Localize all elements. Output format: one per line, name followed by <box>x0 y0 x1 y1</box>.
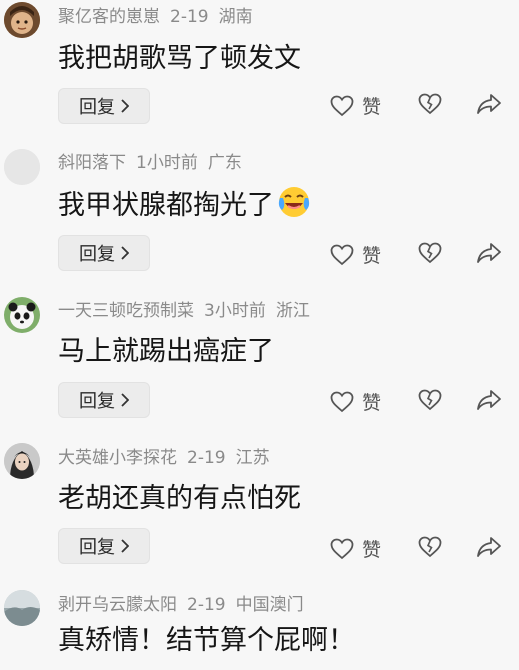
avatar[interactable] <box>4 2 40 38</box>
comment-text-row: 我甲状腺都掏光了 <box>58 184 312 224</box>
username[interactable]: 一天三顿吃预制菜 <box>58 301 194 321</box>
comment-text: 我把胡歌骂了顿发文 <box>58 43 301 74</box>
dislike-button[interactable] <box>418 242 442 264</box>
share-icon <box>477 390 501 410</box>
reply-label: 回复 <box>79 244 115 265</box>
like-button[interactable]: 赞 <box>330 388 381 415</box>
username[interactable]: 剥开乌云朦太阳 <box>58 595 177 615</box>
dislike-button[interactable] <box>418 389 442 411</box>
like-button[interactable]: 赞 <box>330 241 381 268</box>
like-button[interactable]: 赞 <box>330 535 381 562</box>
comment-date: 1小时前 <box>136 153 198 173</box>
chevron-right-icon <box>121 246 129 260</box>
share-icon <box>477 537 501 557</box>
reply-label: 回复 <box>79 537 115 558</box>
chevron-right-icon <box>121 393 129 407</box>
share-button[interactable] <box>476 242 502 264</box>
dislike-button[interactable] <box>418 536 442 558</box>
share-icon <box>477 94 501 114</box>
broken-heart-icon <box>418 242 442 264</box>
comment-date: 2-19 <box>187 595 226 615</box>
reply-button[interactable]: 回复 <box>58 235 150 271</box>
comment-date: 2-19 <box>187 448 226 468</box>
person-avatar-icon <box>4 443 40 479</box>
avatar[interactable] <box>4 590 40 626</box>
avatar[interactable] <box>4 297 40 333</box>
chevron-right-icon <box>121 99 129 113</box>
blank-avatar-icon <box>4 149 40 185</box>
dislike-button[interactable] <box>418 93 442 115</box>
comment-location: 中国澳门 <box>235 595 304 615</box>
laughing-crying-emoji-icon <box>278 187 310 217</box>
comment-text: 老胡还真的有点怕死 <box>58 483 301 514</box>
like-label: 赞 <box>362 245 382 267</box>
landscape-avatar-icon <box>4 590 40 626</box>
reply-button[interactable]: 回复 <box>58 88 150 124</box>
comment-meta: 剥开乌云朦太阳 2-19 中国澳门 <box>58 593 304 617</box>
comment-meta: 一天三顿吃预制菜 3小时前 浙江 <box>58 299 310 323</box>
username[interactable]: 大英雄小李探花 <box>58 448 177 468</box>
like-button[interactable]: 赞 <box>330 92 381 119</box>
comment-text: 马上就踢出癌症了 <box>58 336 274 367</box>
username[interactable]: 斜阳落下 <box>58 153 126 173</box>
heart-icon <box>330 391 354 412</box>
comment-meta: 大英雄小李探花 2-19 江苏 <box>58 446 270 470</box>
share-button[interactable] <box>476 93 502 115</box>
comment-location: 浙江 <box>275 301 310 321</box>
reply-label: 回复 <box>79 97 115 118</box>
avatar[interactable] <box>4 149 40 185</box>
comment-meta: 斜阳落下 1小时前 广东 <box>58 151 242 175</box>
reply-label: 回复 <box>79 391 115 412</box>
like-label: 赞 <box>362 539 382 561</box>
comment-location: 广东 <box>207 153 242 173</box>
comment-text: 真矫情！结节算个屁啊！ <box>58 625 355 656</box>
comment-meta: 聚亿客的崽崽 2-19 湖南 <box>58 5 253 29</box>
share-icon <box>477 243 501 263</box>
comment-date: 3小时前 <box>204 301 266 321</box>
reply-button[interactable]: 回复 <box>58 382 150 418</box>
broken-heart-icon <box>418 536 442 558</box>
like-label: 赞 <box>362 392 382 414</box>
heart-icon <box>330 538 354 559</box>
heart-icon <box>330 95 354 116</box>
avatar[interactable] <box>4 443 40 479</box>
share-button[interactable] <box>476 536 502 558</box>
comment-date: 2-19 <box>170 7 209 27</box>
panda-avatar-icon <box>4 297 40 333</box>
comment-location: 湖南 <box>218 7 253 27</box>
share-button[interactable] <box>476 389 502 411</box>
comment-text: 我甲状腺都掏光了 <box>58 190 274 221</box>
heart-icon <box>330 244 354 265</box>
broken-heart-icon <box>418 93 442 115</box>
chevron-right-icon <box>121 539 129 553</box>
reply-button[interactable]: 回复 <box>58 528 150 564</box>
comment-location: 江苏 <box>235 448 270 468</box>
cartoon-face-avatar-icon <box>4 2 40 38</box>
like-label: 赞 <box>362 96 382 118</box>
username[interactable]: 聚亿客的崽崽 <box>58 7 160 27</box>
broken-heart-icon <box>418 389 442 411</box>
